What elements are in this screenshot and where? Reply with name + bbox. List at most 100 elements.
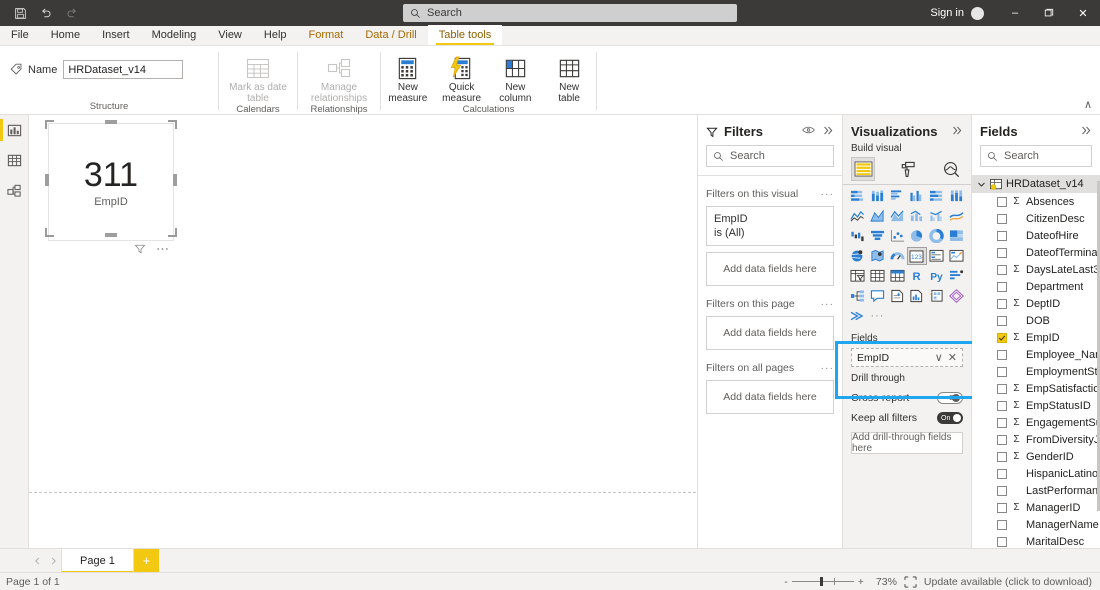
clustered-column-chart-icon[interactable] (907, 187, 927, 205)
zoom-slider[interactable]: - + (784, 576, 864, 588)
waterfall-chart-icon[interactable] (848, 227, 868, 245)
q-and-a-visual-icon[interactable] (868, 287, 888, 305)
field-row-dayslatelast30[interactable]: Σ DaysLateLast30 (972, 261, 1100, 278)
stacked-bar-chart-icon[interactable] (848, 187, 868, 205)
collapse-ribbon-button[interactable]: ∧ (1084, 98, 1092, 111)
field-row-fromdiversityjobfair[interactable]: Σ FromDiversityJ... (972, 431, 1100, 448)
chevron-down-icon[interactable]: ∨ (935, 351, 943, 364)
multi-row-card-visual-icon[interactable] (927, 247, 947, 265)
field-row-absences[interactable]: Σ Absences (972, 193, 1100, 210)
field-checkbox[interactable] (997, 502, 1007, 513)
report-view-button[interactable] (0, 115, 29, 145)
field-row-employmentstatus[interactable]: ΣEmploymentSt... (972, 363, 1100, 380)
arrow-visual-icon[interactable] (848, 307, 868, 325)
report-page-surface[interactable]: 311 EmpID (29, 115, 696, 493)
slicer-visual-icon[interactable] (848, 267, 868, 285)
selection-handle-bottom-right[interactable] (168, 228, 177, 237)
field-row-empstatusid[interactable]: Σ EmpStatusID (972, 397, 1100, 414)
filters-all-pages-more-icon[interactable]: ··· (821, 362, 835, 374)
field-checkbox[interactable] (997, 196, 1007, 207)
field-checkbox[interactable] (997, 298, 1007, 309)
new-table-button[interactable]: New table (542, 52, 596, 104)
data-view-button[interactable] (0, 145, 29, 175)
ribbon-chart-icon[interactable] (946, 207, 966, 225)
field-checkbox[interactable] (997, 519, 1007, 530)
card-visual-empid[interactable]: 311 EmpID (48, 123, 174, 241)
report-canvas[interactable]: 311 EmpID (29, 115, 697, 548)
next-page-button[interactable] (45, 549, 61, 573)
remove-field-icon[interactable]: ✕ (948, 351, 957, 364)
map-visual-icon[interactable] (848, 247, 868, 265)
selection-handle-middle-left[interactable] (45, 174, 49, 186)
field-row-managerid[interactable]: Σ ManagerID (972, 499, 1100, 516)
filters-page-more-icon[interactable]: ··· (821, 298, 835, 310)
collapse-filters-pane-icon[interactable] (823, 125, 834, 139)
selection-handle-bottom-center[interactable] (105, 233, 117, 237)
field-row-department[interactable]: ΣDepartment (972, 278, 1100, 295)
100-stacked-bar-chart-icon[interactable] (927, 187, 947, 205)
fields-table-node-hrdataset[interactable]: HRDataset_v14 (972, 175, 1100, 193)
close-button[interactable]: ✕ (1066, 0, 1100, 26)
collapse-fields-pane-icon[interactable] (1081, 125, 1092, 139)
field-checkbox[interactable] (997, 468, 1007, 479)
field-checkbox[interactable] (997, 417, 1007, 428)
zoom-track[interactable] (791, 577, 854, 586)
field-row-hispaniclatino[interactable]: ΣHispanicLatino (972, 465, 1100, 482)
ribbon-tab-view[interactable]: View (207, 25, 253, 45)
more-options-icon[interactable] (156, 243, 169, 255)
field-checkbox[interactable] (997, 349, 1007, 360)
decomposition-tree-visual-icon[interactable] (848, 287, 868, 305)
100-stacked-column-chart-icon[interactable] (946, 187, 966, 205)
page-tab-page-1[interactable]: Page 1 (61, 548, 134, 573)
field-checkbox[interactable] (997, 400, 1007, 411)
table-name-input[interactable] (63, 60, 184, 79)
field-checkbox[interactable] (997, 332, 1007, 343)
selection-handle-top-right[interactable] (168, 120, 177, 129)
key-influencers-visual-icon[interactable] (946, 267, 966, 285)
field-row-managername[interactable]: ΣManagerName (972, 516, 1100, 533)
previous-page-button[interactable] (29, 549, 45, 573)
account-avatar-icon[interactable] (971, 6, 984, 20)
area-chart-icon[interactable] (868, 207, 888, 225)
line-stacked-column-chart-icon[interactable] (907, 207, 927, 225)
field-checkbox[interactable] (997, 230, 1007, 241)
stacked-area-chart-icon[interactable] (887, 207, 907, 225)
ribbon-tab-modeling[interactable]: Modeling (141, 25, 208, 45)
zoom-out-button[interactable]: - (784, 576, 788, 588)
field-row-citizendesc[interactable]: ΣCitizenDesc (972, 210, 1100, 227)
fields-well-dropzone[interactable]: EmpID ∨ ✕ (851, 348, 963, 367)
power-apps-visual-icon[interactable] (927, 287, 947, 305)
field-row-empsatisfaction[interactable]: Σ EmpSatisfaction (972, 380, 1100, 397)
filters-search-input[interactable]: Search (706, 145, 834, 167)
r-script-visual-icon[interactable]: R (907, 267, 927, 285)
field-checkbox[interactable] (997, 366, 1007, 377)
field-row-dob[interactable]: ΣDOB (972, 312, 1100, 329)
model-view-button[interactable] (0, 175, 29, 205)
format-visual-tab[interactable] (895, 157, 919, 181)
add-page-button[interactable]: + (133, 548, 159, 573)
field-row-empid[interactable]: Σ EmpID (972, 329, 1100, 346)
field-checkbox[interactable] (997, 485, 1007, 496)
build-visual-tab[interactable] (851, 157, 876, 181)
ribbon-tab-home[interactable]: Home (40, 25, 91, 45)
field-row-dateofhire[interactable]: ΣDateofHire (972, 227, 1100, 244)
treemap-chart-icon[interactable] (946, 227, 966, 245)
line-clustered-column-chart-icon[interactable] (927, 207, 947, 225)
zoom-in-button[interactable]: + (858, 576, 864, 588)
zoom-thumb[interactable] (819, 577, 823, 586)
ribbon-tab-file[interactable]: File (0, 25, 40, 45)
chevron-down-icon[interactable] (977, 180, 986, 189)
selection-handle-top-center[interactable] (105, 120, 117, 124)
field-checkbox[interactable] (997, 536, 1007, 547)
filter-icon[interactable] (134, 243, 146, 255)
line-chart-icon[interactable] (848, 207, 868, 225)
field-checkbox[interactable] (997, 264, 1007, 275)
kpi-visual-icon[interactable] (946, 247, 966, 265)
ribbon-tab-insert[interactable]: Insert (91, 25, 141, 45)
field-checkbox[interactable] (997, 213, 1007, 224)
donut-chart-icon[interactable] (927, 227, 947, 245)
smart-narrative-visual-icon[interactable] (887, 287, 907, 305)
field-checkbox[interactable] (997, 315, 1007, 326)
sign-in-link[interactable]: Sign in (930, 7, 964, 19)
undo-icon[interactable] (34, 2, 58, 24)
